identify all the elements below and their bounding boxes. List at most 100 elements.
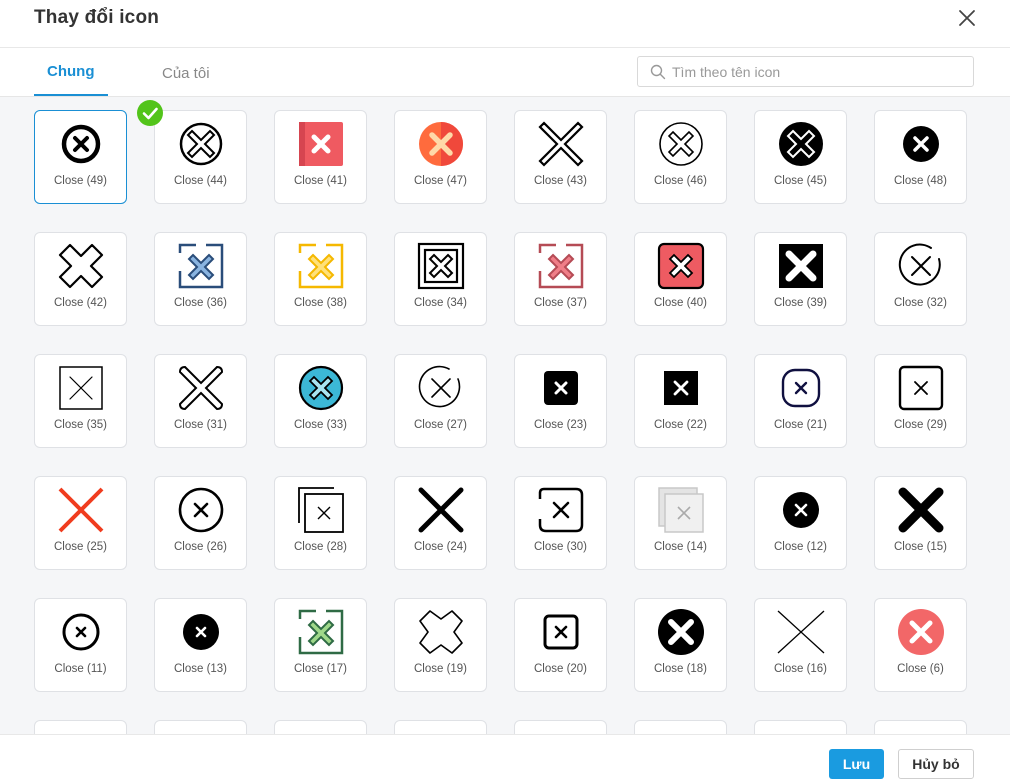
icon-option[interactable]: Close (33) (274, 354, 367, 448)
icon-option[interactable]: Close (23) (514, 354, 607, 448)
outline-cross-shape-icon (58, 243, 104, 289)
black-circle-x-outline-icon (779, 122, 823, 166)
icon-option-label: Close (32) (893, 297, 948, 309)
search-input[interactable] (672, 62, 962, 82)
black-circle-x-small-icon (783, 492, 819, 528)
icon-option[interactable]: Close (32) (874, 232, 967, 326)
outline-cross-shape-thin-icon (419, 610, 463, 654)
icon-option[interactable]: Close (22) (634, 354, 727, 448)
icon-option[interactable]: Close (11) (34, 598, 127, 692)
icon-option[interactable]: Close (24) (394, 476, 487, 570)
black-circle-x-large-icon (658, 609, 704, 655)
icon-option-label: Close (13) (173, 663, 228, 675)
cancel-button[interactable]: Hủy bỏ (898, 749, 974, 779)
icon-option[interactable]: Close (47) (394, 110, 487, 204)
icon-option[interactable]: Close (42) (34, 232, 127, 326)
icon-option-label: Close (21) (773, 419, 828, 431)
search-icon (650, 64, 666, 80)
icon-option[interactable] (394, 720, 487, 734)
search-box (637, 56, 974, 87)
icon-option[interactable]: Close (37) (514, 232, 607, 326)
salmon-circle-x-icon (898, 609, 944, 655)
icon-option-label: Close (40) (653, 297, 708, 309)
icon-option-label: Close (35) (53, 419, 108, 431)
icon-option[interactable] (634, 720, 727, 734)
icon-option[interactable]: Close (27) (394, 354, 487, 448)
icon-option[interactable]: Close (19) (394, 598, 487, 692)
icon-option-label: Close (15) (893, 541, 948, 553)
icon-option-label: Close (47) (413, 175, 468, 187)
icon-option[interactable]: Close (15) (874, 476, 967, 570)
save-button[interactable]: Lưu (829, 749, 884, 779)
icon-option-label: Close (41) (293, 175, 348, 187)
icon-option[interactable]: Close (44) (154, 110, 247, 204)
dialog-footer: Lưu Hủy bỏ (0, 734, 1010, 783)
tab-general[interactable]: Chung (47, 63, 94, 80)
double-square-x-icon (417, 242, 465, 290)
icon-option-label: Close (49) (53, 175, 108, 187)
icon-option[interactable]: Close (49) (34, 100, 163, 204)
icon-option[interactable]: Close (45) (754, 110, 847, 204)
icon-option[interactable]: Close (28) (274, 476, 367, 570)
icon-option[interactable] (34, 720, 127, 734)
circle-x-outline-icon (178, 487, 224, 533)
tab-bar: Chung Của tôi (0, 48, 1010, 97)
icon-option[interactable]: Close (29) (874, 354, 967, 448)
icon-option[interactable]: Close (34) (394, 232, 487, 326)
icon-option-label: Close (23) (533, 419, 588, 431)
icon-option[interactable]: Close (36) (154, 232, 247, 326)
icon-option[interactable]: Close (14) (634, 476, 727, 570)
icon-option[interactable]: Close (46) (634, 110, 727, 204)
icon-grid: Close (49) Close (44) Close (41) Close (47)… (0, 97, 1010, 734)
icon-option[interactable]: Close (18) (634, 598, 727, 692)
icon-option[interactable]: Close (43) (514, 110, 607, 204)
icon-option-label: Close (6) (897, 663, 944, 675)
icon-option[interactable]: Close (39) (754, 232, 847, 326)
icon-option[interactable]: Close (13) (154, 598, 247, 692)
icon-option-label: Close (45) (773, 175, 828, 187)
icon-option-label: Close (22) (653, 419, 708, 431)
dialog-header: Thay đổi icon (0, 0, 1010, 48)
thin-x-icon (777, 610, 825, 654)
outline-x-icon (538, 121, 584, 167)
icon-option[interactable]: Close (31) (154, 354, 247, 448)
icon-option-label: Close (43) (533, 175, 588, 187)
icon-option[interactable] (754, 720, 847, 734)
icon-option[interactable] (274, 720, 367, 734)
red-square-x-icon (299, 122, 343, 166)
icon-option[interactable]: Close (21) (754, 354, 847, 448)
dialog-title: Thay đổi icon (34, 7, 160, 28)
tab-mine[interactable]: Của tôi (162, 65, 210, 82)
icon-option[interactable]: Close (12) (754, 476, 847, 570)
gray-stacked-square-x-icon (658, 487, 704, 533)
circle-x-thick-icon (61, 124, 101, 164)
icon-option-label: Close (26) (173, 541, 228, 553)
icon-option-label: Close (36) (173, 297, 228, 309)
icon-option-label: Close (46) (653, 175, 708, 187)
icon-option[interactable]: Close (17) (274, 598, 367, 692)
icon-option[interactable]: Close (30) (514, 476, 607, 570)
icon-option[interactable] (874, 720, 967, 734)
open-circle-x-icon (898, 243, 941, 286)
icon-option-label: Close (39) (773, 297, 828, 309)
icon-option-label: Close (48) (893, 175, 948, 187)
black-circle-x-mini-icon (183, 614, 219, 650)
icon-option[interactable]: Close (41) (274, 110, 367, 204)
icon-option[interactable]: Close (20) (514, 598, 607, 692)
icon-option[interactable] (514, 720, 607, 734)
rounded-square-x-navy-icon (781, 368, 821, 408)
icon-option[interactable]: Close (48) (874, 110, 967, 204)
icon-option[interactable]: Close (35) (34, 354, 127, 448)
icon-option[interactable]: Close (38) (274, 232, 367, 326)
icon-option[interactable]: Close (6) (874, 598, 967, 692)
icon-option-label: Close (37) (533, 297, 588, 309)
icon-option[interactable] (154, 720, 247, 734)
icon-option[interactable]: Close (25) (34, 476, 127, 570)
icon-option-label: Close (38) (293, 297, 348, 309)
icon-option[interactable]: Close (40) (634, 232, 727, 326)
close-icon[interactable] (955, 6, 979, 30)
selected-check-icon (137, 100, 163, 126)
circle-x-thick-small-icon (62, 613, 100, 651)
icon-option[interactable]: Close (16) (754, 598, 847, 692)
icon-option[interactable]: Close (26) (154, 476, 247, 570)
